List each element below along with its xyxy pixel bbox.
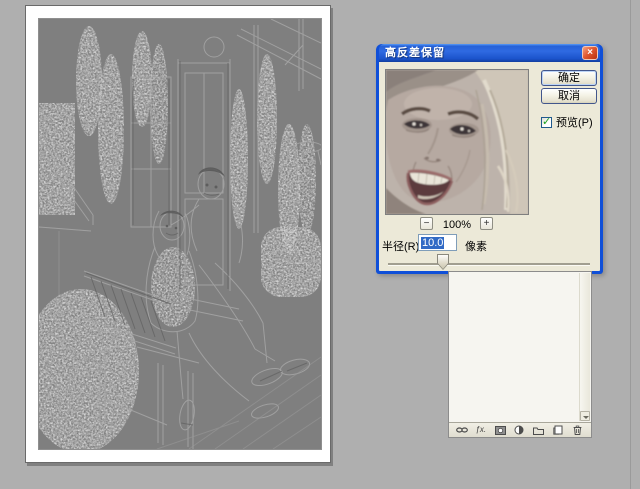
link-icon xyxy=(456,426,468,434)
scroll-down-icon xyxy=(583,416,589,419)
preview-checkbox-label: 预览(P) xyxy=(556,114,593,130)
ok-button[interactable]: 确定 xyxy=(541,70,597,86)
layer-mask-icon xyxy=(495,426,506,435)
link-layers-button[interactable] xyxy=(455,425,468,436)
radius-slider-track[interactable] xyxy=(388,263,590,265)
document-canvas-page xyxy=(25,5,331,463)
palette-button-bar: ƒx. xyxy=(449,422,591,437)
scroll-down-button[interactable] xyxy=(580,411,590,421)
zoom-level: 100% xyxy=(435,219,479,231)
layer-style-button[interactable]: ƒx. xyxy=(474,425,487,436)
dialog-title: 高反差保留 xyxy=(379,44,445,62)
layer-style-icon: ƒx. xyxy=(475,425,486,435)
trash-icon xyxy=(573,425,582,435)
layers-palette: ƒx. xyxy=(448,271,592,438)
dialog-titlebar[interactable]: 高反差保留 × xyxy=(379,44,600,62)
filter-preview-thumbnail[interactable] xyxy=(385,69,529,215)
delete-layer-button[interactable] xyxy=(571,425,584,436)
radius-unit-label: 像素 xyxy=(465,238,487,254)
close-icon[interactable]: × xyxy=(582,46,598,60)
layer-mask-button[interactable] xyxy=(494,425,507,436)
adjustment-layer-icon xyxy=(514,425,524,435)
zoom-out-button[interactable]: − xyxy=(420,217,433,230)
checkmark-icon: ✓ xyxy=(542,115,551,128)
checkbox-box[interactable]: ✓ xyxy=(541,117,552,128)
adjustment-layer-button[interactable] xyxy=(513,425,526,436)
new-layer-icon xyxy=(553,425,563,435)
radius-label: 半径(R): xyxy=(382,238,422,254)
workspace-edge-divider xyxy=(630,0,631,489)
palette-scrollbar[interactable] xyxy=(579,273,590,421)
folder-icon xyxy=(533,426,544,435)
radius-slider-thumb[interactable] xyxy=(437,254,449,270)
high-pass-dialog: 高反差保留 × xyxy=(376,44,603,274)
radius-input[interactable]: 10.0 xyxy=(418,234,457,251)
cancel-button[interactable]: 取消 xyxy=(541,88,597,104)
new-layer-button[interactable] xyxy=(552,425,565,436)
dialog-body: 确定 取消 ✓ 预览(P) − 100% + 半径(R): 10.0 像素 xyxy=(379,62,600,271)
layer-group-button[interactable] xyxy=(532,425,545,436)
high-pass-filtered-image xyxy=(38,18,322,450)
zoom-in-button[interactable]: + xyxy=(480,217,493,230)
preview-checkbox[interactable]: ✓ 预览(P) xyxy=(541,114,593,130)
radius-value-selected: 10.0 xyxy=(421,237,444,249)
